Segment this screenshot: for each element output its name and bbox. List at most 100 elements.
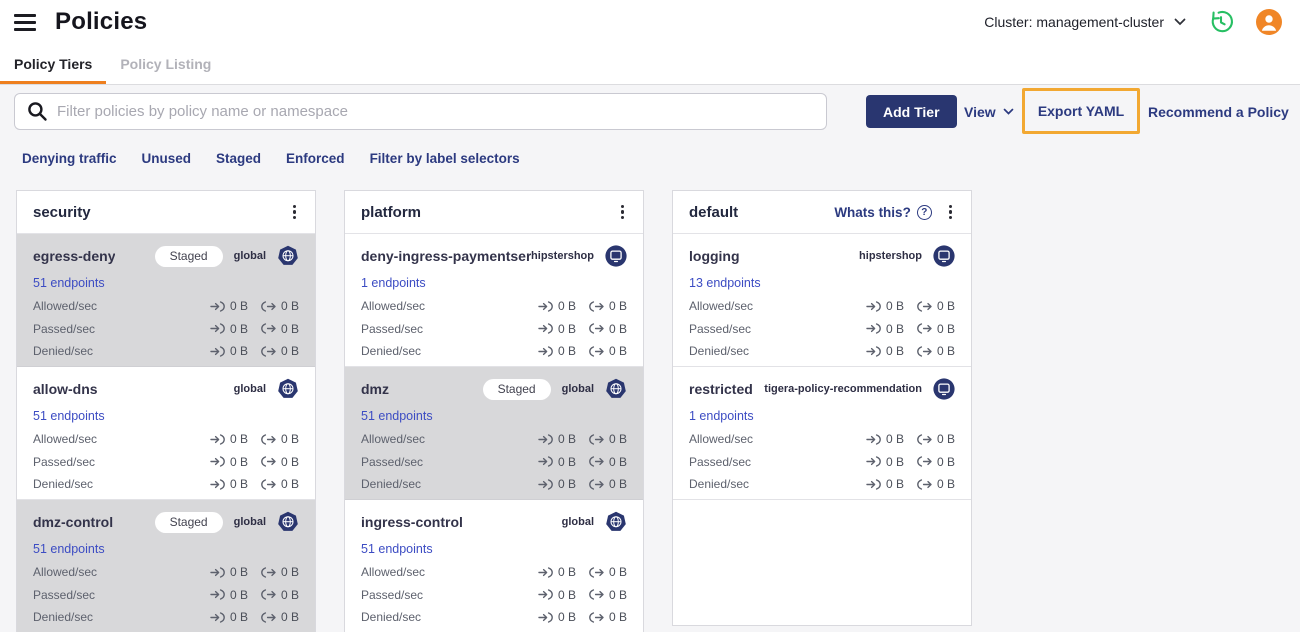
egress-value: 0 B	[589, 477, 627, 491]
stat-label: Passed/sec	[361, 321, 424, 336]
policy-scope-label: global	[561, 516, 594, 528]
toolbar: Add Tier View Export YAML Recommend a Po…	[0, 87, 1300, 135]
user-avatar[interactable]	[1256, 9, 1282, 35]
ingress-traffic-icon	[866, 346, 881, 357]
global-scope-badge	[605, 511, 627, 533]
policy-name[interactable]: restricted	[689, 381, 753, 397]
policy-name[interactable]: allow-dns	[33, 381, 98, 397]
egress-value: 0 B	[917, 299, 955, 313]
traffic-stat-row: Allowed/sec 0 B 0 B	[361, 561, 627, 584]
filter-enforced[interactable]: Enforced	[286, 151, 345, 166]
endpoints-link[interactable]: 1 endpoints	[361, 276, 426, 290]
ingress-value: 0 B	[866, 432, 904, 446]
ingress-traffic-icon	[866, 434, 881, 445]
tier-name: security	[33, 203, 91, 221]
egress-value: 0 B	[589, 299, 627, 313]
stat-label: Allowed/sec	[33, 299, 98, 314]
endpoints-link[interactable]: 51 endpoints	[361, 542, 433, 556]
global-scope-badge	[277, 511, 299, 533]
whats-this-label: Whats this?	[834, 204, 911, 220]
stat-label: Passed/sec	[361, 454, 424, 469]
add-tier-button[interactable]: Add Tier	[866, 95, 957, 128]
policy-search	[14, 93, 827, 130]
tier-kebab-menu-icon[interactable]	[944, 201, 957, 224]
policy-card-dmz-control[interactable]: dmz-control Staged global 51 endpoints Allow…	[17, 500, 315, 632]
user-avatar-glyph	[1256, 9, 1282, 35]
filter-staged[interactable]: Staged	[216, 151, 261, 166]
endpoints-link[interactable]: 51 endpoints	[33, 542, 105, 556]
recommend-policy-button[interactable]: Recommend a Policy	[1148, 95, 1289, 128]
hamburger-menu-icon[interactable]	[14, 13, 36, 31]
ingress-traffic-icon	[210, 479, 225, 490]
cluster-selector[interactable]: Cluster: management-cluster	[984, 14, 1186, 30]
ingress-traffic-icon	[210, 589, 225, 600]
global-scope-icon	[606, 378, 626, 398]
egress-value: 0 B	[261, 477, 299, 491]
help-question-icon: ?	[916, 204, 932, 220]
ingress-traffic-icon	[210, 612, 225, 623]
policy-name[interactable]: deny-ingress-paymentservi…	[361, 248, 531, 264]
policy-card-allow-dns[interactable]: allow-dns global 51 endpoints Allowed/sec 0 …	[17, 367, 315, 500]
egress-traffic-icon	[589, 589, 604, 600]
egress-traffic-icon	[261, 346, 276, 357]
ingress-value: 0 B	[538, 477, 576, 491]
policy-scope-label: global	[233, 516, 266, 528]
ingress-traffic-icon	[866, 479, 881, 490]
policy-name[interactable]: dmz-control	[33, 514, 113, 530]
search-input[interactable]	[57, 103, 814, 120]
ingress-value: 0 B	[210, 455, 248, 469]
ingress-value: 0 B	[210, 299, 248, 313]
endpoints-link[interactable]: 1 endpoints	[689, 409, 754, 423]
endpoints-link[interactable]: 13 endpoints	[689, 276, 761, 290]
policy-name[interactable]: dmz	[361, 381, 389, 397]
egress-value: 0 B	[589, 344, 627, 358]
traffic-stat-row: Passed/sec 0 B 0 B	[689, 318, 955, 341]
egress-traffic-icon	[261, 567, 276, 578]
history-icon[interactable]	[1208, 9, 1234, 35]
tier-name: platform	[361, 203, 421, 221]
egress-value: 0 B	[917, 344, 955, 358]
policy-name[interactable]: logging	[689, 248, 740, 264]
export-yaml-button[interactable]: Export YAML	[1038, 103, 1124, 119]
traffic-stat-row: Passed/sec 0 B 0 B	[33, 451, 299, 474]
egress-traffic-icon	[917, 456, 932, 467]
egress-traffic-icon	[917, 434, 932, 445]
ingress-value: 0 B	[210, 610, 248, 624]
namespace-scope-icon	[933, 378, 955, 400]
ingress-value: 0 B	[866, 455, 904, 469]
policy-card-ingress-control[interactable]: ingress-control global 51 endpoints Allowed…	[345, 500, 643, 632]
policy-card-dmz[interactable]: dmz Staged global 51 endpoints Allowed/sec 0 …	[345, 367, 643, 500]
ingress-value: 0 B	[866, 477, 904, 491]
ingress-value: 0 B	[538, 588, 576, 602]
egress-value: 0 B	[589, 322, 627, 336]
endpoints-link[interactable]: 51 endpoints	[361, 409, 433, 423]
stat-label: Denied/sec	[689, 477, 750, 492]
endpoints-link[interactable]: 51 endpoints	[33, 409, 105, 423]
filter-denying-traffic[interactable]: Denying traffic	[22, 151, 117, 166]
whats-this-link[interactable]: Whats this??	[834, 204, 932, 220]
tier-kebab-menu-icon[interactable]	[288, 201, 301, 224]
egress-traffic-icon	[589, 479, 604, 490]
chevron-down-icon	[1003, 108, 1014, 115]
policy-card-logging[interactable]: logging hipstershop 13 endpoints Allowed/se…	[673, 234, 971, 367]
endpoints-link[interactable]: 51 endpoints	[33, 276, 105, 290]
policy-card-egress-deny[interactable]: egress-deny Staged global 51 endpoints Allow…	[17, 234, 315, 367]
ingress-traffic-icon	[538, 456, 553, 467]
namespace-scope-icon	[933, 245, 955, 267]
traffic-stat-row: Passed/sec 0 B 0 B	[361, 584, 627, 607]
tab-policy-tiers[interactable]: Policy Tiers	[0, 45, 107, 84]
policies-page: Policies Cluster: management-cluster Pol…	[0, 0, 1300, 632]
egress-value: 0 B	[261, 610, 299, 624]
policy-name[interactable]: ingress-control	[361, 514, 463, 530]
filter-unused[interactable]: Unused	[142, 151, 192, 166]
egress-traffic-icon	[917, 479, 932, 490]
policy-card-restricted[interactable]: restricted tigera-policy-recommendation 1 …	[673, 367, 971, 500]
tier-kebab-menu-icon[interactable]	[616, 201, 629, 224]
tab-policy-listing[interactable]: Policy Listing	[106, 45, 225, 84]
policy-card-deny-ingress-paymentservi[interactable]: deny-ingress-paymentservi…hipstershop 1 e…	[345, 234, 643, 367]
egress-traffic-icon	[589, 301, 604, 312]
filter-label-selectors[interactable]: Filter by label selectors	[370, 151, 520, 166]
traffic-stat-row: Passed/sec 0 B 0 B	[361, 451, 627, 474]
view-button[interactable]: View	[964, 95, 1014, 128]
policy-name[interactable]: egress-deny	[33, 248, 115, 264]
